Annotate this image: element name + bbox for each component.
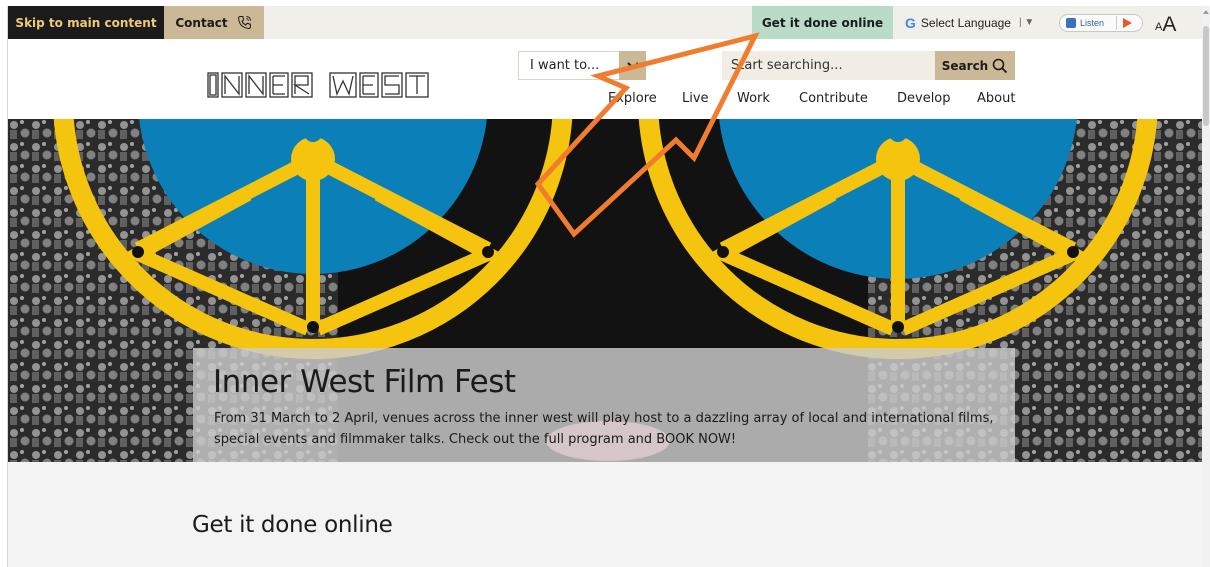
main-nav: Explore Live Work Contribute Develop Abo… [608, 91, 1015, 106]
inner-west-logo[interactable] [206, 67, 446, 101]
i-want-to-label: I want to... [530, 58, 600, 73]
i-want-to-dropdown[interactable]: I want to... [518, 51, 646, 80]
skip-to-main-content-link[interactable]: Skip to main content [8, 6, 164, 39]
hero-banner[interactable]: Inner West Film Fest From 31 March to 2 … [8, 119, 1202, 462]
chevron-down-icon[interactable] [619, 51, 646, 80]
utility-bar: Skip to main content Contact Get it done… [8, 6, 1202, 39]
search-button[interactable]: Search [935, 51, 1015, 80]
search-button-label: Search [941, 58, 989, 73]
nav-item-about[interactable]: About [977, 91, 1015, 106]
search-input[interactable] [722, 51, 935, 80]
hero-description: From 31 March to 2 April, venues across … [214, 411, 994, 447]
nav-item-explore[interactable]: Explore [608, 91, 682, 106]
hero-title: Inner West Film Fest [213, 364, 516, 400]
nav-item-contribute[interactable]: Contribute [799, 91, 897, 106]
nav-item-develop[interactable]: Develop [897, 91, 977, 106]
listen-label: Listen [1080, 18, 1105, 28]
contact-link[interactable]: Contact [164, 6, 264, 39]
vertical-scrollbar[interactable] [1202, 6, 1210, 567]
speaker-icon [1066, 18, 1076, 28]
site-header: I want to... Search Explore Live Work Co… [8, 39, 1202, 119]
play-icon [1123, 18, 1132, 28]
nav-item-live[interactable]: Live [682, 91, 737, 106]
listen-divider [1116, 16, 1117, 30]
get-it-done-section: Get it done online [8, 462, 1202, 567]
nav-item-work[interactable]: Work [737, 91, 799, 106]
text-size-small: A [1155, 21, 1163, 33]
get-it-done-online-link[interactable]: Get it done online [752, 6, 893, 39]
text-size-button[interactable]: A A [1155, 8, 1176, 38]
text-size-large: A [1162, 13, 1177, 36]
language-selector[interactable]: G Select Language | ▼ [905, 6, 1034, 39]
contact-label: Contact [175, 15, 228, 30]
dropdown-arrow-icon: | ▼ [1018, 17, 1035, 28]
scrollbar-thumb[interactable] [1203, 26, 1209, 126]
phone-icon [237, 16, 251, 29]
google-icon: G [905, 14, 916, 31]
scroll-up-icon[interactable] [1203, 10, 1209, 14]
language-label: Select Language [920, 15, 1011, 30]
hero-caption: Inner West Film Fest From 31 March to 2 … [193, 348, 1015, 462]
browser-page: Skip to main content Contact Get it done… [7, 6, 1202, 567]
section-heading: Get it done online [192, 512, 393, 538]
listen-button[interactable]: Listen [1059, 14, 1143, 32]
search-icon [992, 58, 1008, 73]
search-form: Search [722, 51, 1015, 80]
